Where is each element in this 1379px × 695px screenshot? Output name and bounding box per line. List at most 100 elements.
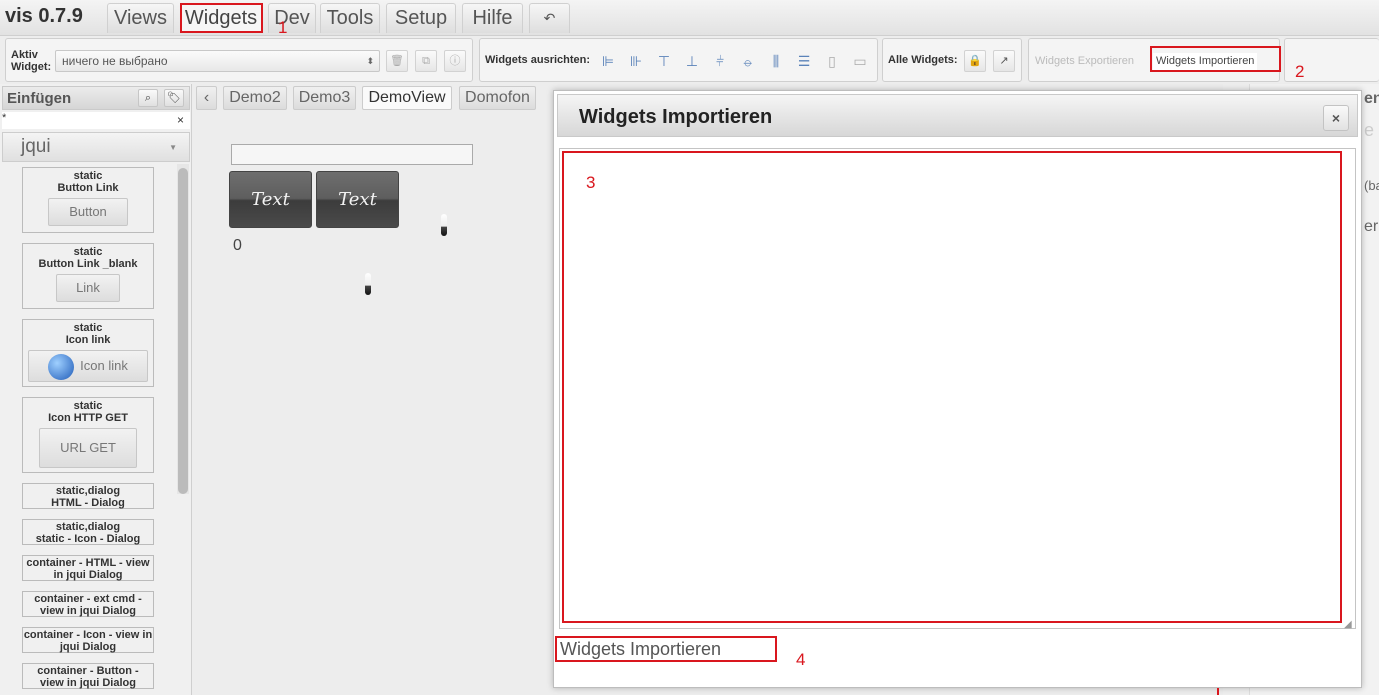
canvas-value-display: 0: [233, 237, 242, 254]
palette-scrollbar-thumb[interactable]: [178, 168, 188, 494]
import-textarea[interactable]: [559, 148, 1356, 629]
widget-item-title: static: [73, 170, 103, 182]
view-tab-demoview[interactable]: DemoView: [362, 86, 452, 110]
import-submit-button[interactable]: Widgets Importieren: [557, 637, 779, 661]
widget-item-title: static,dialog: [55, 485, 121, 497]
filter-input[interactable]: * ×: [2, 112, 190, 129]
align-bottom-icon[interactable]: ⊥: [683, 52, 701, 70]
palette-scrollbar[interactable]: [177, 164, 189, 494]
distribute-horizontal-icon[interactable]: ⫼: [767, 52, 785, 70]
menu-tab-views[interactable]: Views: [107, 3, 174, 33]
menu-tab-setup[interactable]: Setup: [386, 3, 456, 33]
widget-item-subtitle: HTML - Dialog: [51, 497, 125, 509]
annotation-mark-1: 1: [278, 18, 288, 37]
widget-item-subtitle: Icon link: [65, 334, 111, 346]
view-tab-domofon[interactable]: Domofon: [459, 86, 536, 110]
export-import-group: Widgets Exportieren Widgets Importieren: [1028, 38, 1280, 82]
view-tab-demo3[interactable]: Demo3: [293, 86, 356, 110]
widget-item-static-icon-dialog[interactable]: static,dialog static - Icon - Dialog: [22, 519, 154, 545]
canvas-text-button-2[interactable]: Text: [316, 171, 399, 228]
align-top-icon[interactable]: ⊤: [655, 52, 673, 70]
widget-item-title: static: [73, 246, 103, 258]
external-link-icon: ↗: [999, 55, 1009, 67]
undo-button[interactable]: ↶: [529, 3, 570, 33]
widget-item-container-ext-cmd[interactable]: container - ext cmd - view in jqui Dialo…: [22, 591, 154, 617]
canvas-text-button-1[interactable]: Text: [229, 171, 312, 228]
tag-button[interactable]: 🏷: [164, 89, 184, 107]
widget-item-button-link-blank[interactable]: static Button Link _blank Link: [22, 243, 154, 309]
widget-item-title: static: [73, 400, 103, 412]
attributes-fragment-4: er: [1364, 218, 1379, 235]
lock-icon: 🔒: [968, 55, 982, 67]
distribute-vertical-icon[interactable]: ☰: [795, 52, 813, 70]
widget-item-title: container - Icon - view in: [23, 629, 153, 641]
align-right-icon[interactable]: ⊪: [627, 52, 645, 70]
import-dialog: Widgets Importieren × ◢ Widgets Importie…: [553, 90, 1362, 688]
canvas-input-widget[interactable]: [231, 144, 473, 165]
menu-tab-hilfe[interactable]: Hilfe: [462, 3, 523, 33]
widget-preview-button: Button: [48, 198, 128, 226]
widget-info-button[interactable]: ⓘ: [444, 50, 466, 72]
bulb-icon[interactable]: [441, 214, 447, 236]
widget-item-container-html-view[interactable]: container - HTML - view in jqui Dialog: [22, 555, 154, 581]
active-widget-select-value: ничего не выбрано: [62, 54, 168, 68]
delete-widget-button[interactable]: 🗑: [386, 50, 408, 72]
widget-set-select[interactable]: jqui ▼: [2, 132, 190, 162]
trash-icon: 🗑: [390, 55, 404, 67]
view-tab-demo2[interactable]: Demo2: [223, 86, 287, 110]
widget-item-container-icon-view[interactable]: container - Icon - view in jqui Dialog: [22, 627, 154, 653]
select-arrows-icon: ⬍: [366, 56, 374, 66]
dialog-titlebar[interactable]: Widgets Importieren ×: [557, 94, 1358, 137]
same-width-icon[interactable]: ▯: [823, 52, 841, 70]
widget-item-title: static: [73, 322, 103, 334]
widget-palette-panel: Einfügen ⌕ 🏷 * × jqui ▼ static Button Li…: [0, 84, 192, 695]
open-all-button[interactable]: ↗: [993, 50, 1015, 72]
align-center-horizontal-icon[interactable]: ⦵: [739, 52, 757, 70]
clear-filter-icon[interactable]: ×: [177, 113, 184, 127]
copy-widget-button[interactable]: ⧉: [415, 50, 437, 72]
widget-item-button-link[interactable]: static Button Link Button: [22, 167, 154, 233]
widget-item-subtitle: jqui Dialog: [59, 641, 117, 653]
search-button[interactable]: ⌕: [138, 89, 158, 107]
panel-title: Einfügen: [7, 90, 72, 107]
divider-line: [1217, 688, 1219, 695]
chevron-down-icon: ▼: [169, 143, 177, 152]
widget-item-subtitle: Button Link _blank: [38, 258, 138, 270]
chevron-left-icon: ‹: [203, 89, 210, 106]
widget-item-icon-http-get[interactable]: static Icon HTTP GET URL GET: [22, 397, 154, 473]
widget-preview-icon-link: Icon link: [28, 350, 148, 382]
main-menu-bar: vis 0.7.9 Views Widgets Dev Tools Setup …: [0, 0, 1379, 36]
attributes-fragment-2: e: [1364, 120, 1375, 140]
widget-preview-url-get: URL GET: [39, 428, 137, 468]
bulb-icon[interactable]: [365, 273, 371, 295]
widget-item-subtitle: view in jqui Dialog: [40, 677, 136, 689]
widget-item-html-dialog[interactable]: static,dialog HTML - Dialog: [22, 483, 154, 509]
active-widget-select[interactable]: ничего не выбрано ⬍: [55, 50, 380, 72]
close-icon: ×: [1331, 110, 1341, 126]
widget-item-icon-link[interactable]: static Icon link Icon link: [22, 319, 154, 387]
views-prev-button[interactable]: ‹: [196, 86, 217, 110]
align-left-icon[interactable]: ⊫: [599, 52, 617, 70]
lock-all-button[interactable]: 🔒: [964, 50, 986, 72]
same-height-icon[interactable]: ▭: [851, 52, 869, 70]
align-center-vertical-icon[interactable]: ⫩: [711, 52, 729, 70]
import-widgets-button[interactable]: Widgets Importieren: [1153, 53, 1258, 71]
copy-icon: ⧉: [422, 55, 430, 67]
attributes-fragment-3: (ba: [1364, 178, 1379, 193]
active-widget-group: Aktiv Widget: ничего не выбрано ⬍ 🗑 ⧉ ⓘ: [5, 38, 473, 82]
info-icon: ⓘ: [449, 55, 461, 67]
resize-grip-icon[interactable]: ◢: [1344, 619, 1352, 630]
export-widgets-button[interactable]: Widgets Exportieren: [1032, 53, 1137, 71]
annotation-mark-4: 4: [796, 650, 806, 669]
app-title: vis 0.7.9: [5, 5, 83, 27]
menu-tab-tools[interactable]: Tools: [320, 3, 380, 33]
dialog-close-button[interactable]: ×: [1323, 105, 1349, 131]
menu-tab-dev[interactable]: Dev: [268, 3, 316, 33]
widget-item-container-button-view[interactable]: container - Button - view in jqui Dialog: [22, 663, 154, 689]
menu-tab-widgets[interactable]: Widgets: [180, 3, 262, 33]
align-widgets-label: Widgets ausrichten:: [485, 54, 591, 66]
widget-item-title: container - HTML - view: [26, 557, 150, 569]
widget-item-title: container - Button -: [37, 665, 139, 677]
dialog-title: Widgets Importieren: [579, 106, 773, 128]
widget-item-title: static,dialog: [55, 521, 121, 533]
